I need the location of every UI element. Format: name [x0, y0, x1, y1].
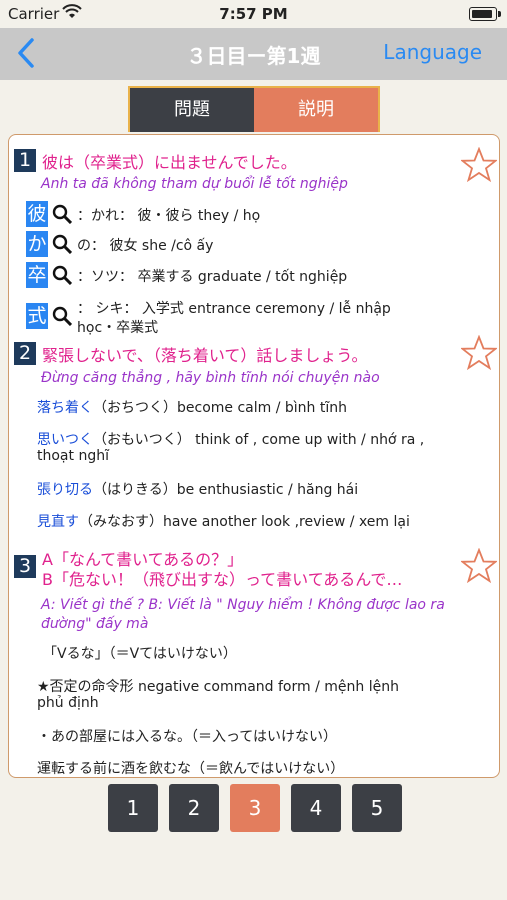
item-sentence-jp: 彼は（卒業式）に出ませんでした。	[42, 153, 297, 172]
item-dialogue-b: B「危ない！（飛び出すな）って書いてあるんで…	[42, 570, 403, 589]
example-sentence: 運転する前に酒を飲むな（＝飲んではいけない）	[37, 761, 345, 777]
kanji-reading: ：かれ： 彼・彼ら they / họ	[77, 208, 261, 224]
tab-question[interactable]: 問題	[130, 88, 254, 132]
vocab-word[interactable]: 落ち着く	[37, 400, 93, 416]
kanji-reading: の： 彼女 she /cô ấy	[77, 238, 214, 254]
kanji-tile[interactable]: か	[26, 231, 48, 257]
battery-icon	[469, 7, 501, 21]
grammar-note-continued: phủ định	[37, 695, 99, 711]
kanji-tile[interactable]: 彼	[26, 201, 48, 227]
item-sentence-jp: 緊張しないで、（落ち着いて）話しましょう。	[42, 346, 368, 365]
question-pager: 1 2 3 4 5	[0, 784, 507, 834]
magnifier-icon[interactable]	[52, 265, 72, 285]
grammar-pattern: 「Vるな」（＝Vてはいけない）	[43, 646, 237, 662]
favorite-star-icon[interactable]	[461, 335, 497, 371]
magnifier-icon[interactable]	[52, 234, 72, 254]
kanji-reading: ：ソツ： 卒業する graduate / tốt nghiệp	[77, 269, 348, 285]
favorite-star-icon[interactable]	[461, 548, 497, 584]
magnifier-icon[interactable]	[52, 306, 72, 326]
status-time: 7:57 PM	[219, 5, 288, 23]
kanji-tile[interactable]: 式	[26, 303, 48, 329]
vocab-entry-continued: thoạt nghĩ	[37, 448, 109, 464]
navigation-bar: ３日目ー第1週 Language	[0, 28, 507, 80]
vocab-entry: 落ち着く（おちつく）become calm / bình tĩnh	[37, 400, 347, 416]
example-sentence: ・あの部屋には入るな。（＝入ってはいけない）	[37, 729, 338, 745]
segment-tabs: 問題 説明	[128, 86, 380, 132]
item-number-badge: 1	[14, 149, 36, 172]
item-number-badge: 3	[14, 555, 36, 578]
item-translation-vi: A: Viết gì thế ? B: Viết là " Nguy hiểm …	[41, 597, 445, 613]
page-button-3-active[interactable]: 3	[230, 784, 280, 832]
page-button-5[interactable]: 5	[352, 784, 402, 832]
vocab-entry: 見直す（みなおす）have another look ,review / xem…	[37, 514, 410, 530]
magnifier-icon[interactable]	[52, 204, 72, 224]
vocab-entry: 張り切る（はりきる）be enthusiastic / hăng hái	[37, 482, 359, 498]
kanji-tile[interactable]: 卒	[26, 262, 48, 288]
item-translation-vi: Anh ta đã không tham dự buổi lễ tốt nghi…	[41, 176, 348, 192]
kanji-reading-continued: học・卒業式	[77, 320, 159, 336]
vocab-word[interactable]: 思いつく	[37, 432, 93, 448]
page-button-2[interactable]: 2	[169, 784, 219, 832]
item-translation-vi: Đừng căng thẳng , hãy bình tĩnh nói chuy…	[41, 370, 380, 386]
item-number-badge: 2	[14, 342, 36, 365]
vocab-word[interactable]: 見直す	[37, 514, 79, 530]
status-bar: Carrier 7:57 PM	[0, 0, 507, 28]
vocab-word[interactable]: 張り切る	[37, 482, 93, 498]
page-button-4[interactable]: 4	[291, 784, 341, 832]
grammar-note: ★否定の命令形 negative command form / mệnh lện…	[37, 679, 399, 695]
language-button[interactable]: Language	[383, 40, 482, 64]
page-button-1[interactable]: 1	[108, 784, 158, 832]
explanation-panel[interactable]: 1 彼は（卒業式）に出ませんでした。 Anh ta đã không tham …	[8, 134, 500, 778]
vocab-entry: 思いつく（おもいつく） think of , come up with / nh…	[37, 432, 425, 448]
kanji-reading: ： シキ： 入学式 entrance ceremony / lễ nhập	[77, 301, 391, 317]
tab-explanation[interactable]: 説明	[254, 88, 378, 132]
item-translation-vi-continued: đường" đấy mà	[41, 616, 149, 632]
favorite-star-icon[interactable]	[461, 147, 497, 183]
